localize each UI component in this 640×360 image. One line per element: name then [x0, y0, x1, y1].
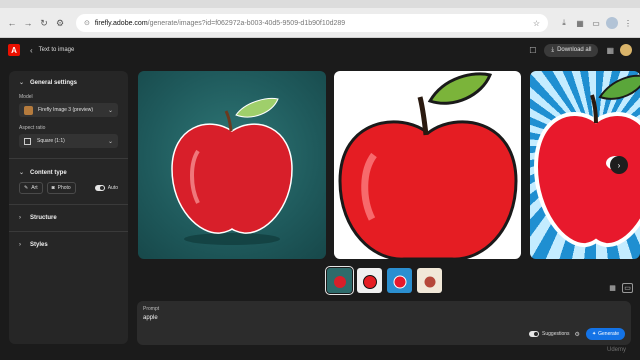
- aspect-ratio-label: Aspect ratio: [19, 125, 46, 131]
- apple-thumbnail: [333, 275, 346, 288]
- model-select[interactable]: Firefly Image 3 (preview) ⌄: [19, 103, 118, 117]
- prompt-panel: Prompt apple Suggestions ⚙ ✦ Generate: [137, 301, 631, 345]
- content-type-label: Content type: [30, 169, 67, 176]
- single-view-icon[interactable]: ▭: [622, 283, 633, 293]
- photo-button[interactable]: ◙ Photo: [46, 182, 76, 194]
- generate-button[interactable]: ✦ Generate: [585, 328, 625, 340]
- photo-label: Photo: [57, 185, 71, 191]
- browser-window: ← → ↻ ⚙ ⊙ firefly.adobe.com /generate/im…: [0, 0, 640, 38]
- structure-label: Structure: [30, 215, 57, 221]
- settings-panel: ⌄ General settings Model Firefly Image 3…: [9, 71, 128, 344]
- content-type-header[interactable]: ⌄ Content type: [19, 169, 118, 177]
- styles-label: Styles: [30, 242, 48, 248]
- chevron-down-icon: ⌄: [19, 170, 25, 176]
- url-path: /generate/images?id=f062972a-b003-40d5-9…: [147, 19, 346, 27]
- grid-view-icon[interactable]: ▦: [607, 283, 618, 293]
- aspect-ratio-value: Square (1:1): [37, 138, 65, 144]
- next-image-button[interactable]: ›: [610, 156, 628, 174]
- download-all-button[interactable]: ⤓ Download all: [544, 43, 599, 57]
- feedback-icon[interactable]: ☐: [529, 46, 536, 55]
- model-label: Model: [19, 94, 33, 100]
- apple-illustration: [338, 72, 518, 259]
- general-settings-header[interactable]: ⌄ General settings: [19, 79, 118, 87]
- auto-toggle[interactable]: Auto: [94, 185, 118, 191]
- prompt-actions: Suggestions ⚙ ✦ Generate: [529, 328, 625, 340]
- chevron-right-icon: ›: [19, 215, 21, 221]
- tab-strip: [0, 0, 640, 8]
- thumbnail-4[interactable]: [417, 268, 442, 293]
- generate-label: Generate: [598, 331, 619, 337]
- back-button[interactable]: ‹: [30, 46, 33, 55]
- address-bar[interactable]: ⊙ firefly.adobe.com /generate/images?id=…: [76, 14, 548, 32]
- back-arrow-icon[interactable]: ←: [6, 17, 18, 29]
- structure-header[interactable]: › Structure: [19, 215, 118, 221]
- chevron-down-icon: ⌄: [107, 107, 113, 114]
- browser-toolbar: ← → ↻ ⚙ ⊙ firefly.adobe.com /generate/im…: [0, 8, 640, 38]
- general-settings-label: General settings: [30, 79, 78, 86]
- divider: [9, 158, 128, 159]
- auto-label: Auto: [107, 185, 118, 191]
- apple-thumbnail: [424, 276, 435, 287]
- download-all-label: Download all: [557, 47, 592, 53]
- site-info-icon[interactable]: ⚙: [54, 17, 66, 29]
- sparkle-icon: ✦: [591, 331, 597, 337]
- app-header: A ‹ Text to image ☐ ⤓ Download all ▦: [0, 38, 640, 62]
- browser-profile-avatar[interactable]: [606, 17, 618, 29]
- model-value: Firefly Image 3 (preview): [38, 107, 94, 113]
- content-type-options: ✎ Art ◙ Photo Auto: [19, 182, 118, 194]
- styles-header[interactable]: › Styles: [19, 242, 118, 248]
- url-domain: firefly.adobe.com: [94, 19, 148, 27]
- chevron-down-icon: ⌄: [19, 80, 25, 86]
- suggestions-label: Suggestions: [542, 331, 570, 337]
- prompt-input[interactable]: apple: [143, 315, 625, 321]
- apps-grid-icon[interactable]: ▦: [606, 46, 614, 55]
- thumbnail-strip: [325, 266, 447, 295]
- reload-icon[interactable]: ↻: [38, 17, 50, 29]
- thumbnail-3[interactable]: [387, 268, 412, 293]
- square-icon: [24, 137, 31, 145]
- image-gallery: ›: [138, 71, 640, 259]
- toggle-switch: [529, 331, 540, 337]
- adobe-logo-icon[interactable]: A: [8, 44, 20, 56]
- model-thumbnail: [24, 105, 33, 115]
- divider: [9, 204, 128, 205]
- extensions-icon[interactable]: ▦: [574, 17, 586, 29]
- menu-kebab-icon[interactable]: ⋮: [622, 17, 634, 29]
- apple-illustration: [171, 98, 293, 245]
- user-avatar[interactable]: [620, 44, 632, 56]
- toggle-switch: [94, 185, 105, 191]
- chevron-right-icon: ›: [19, 242, 21, 248]
- generated-image-1[interactable]: [138, 71, 326, 259]
- divider: [9, 231, 128, 232]
- palette-icon: ✎: [24, 185, 29, 191]
- page-title: Text to image: [38, 47, 75, 53]
- download-icon[interactable]: ⤓: [558, 17, 570, 29]
- generated-image-2[interactable]: [334, 71, 521, 259]
- bookmark-star-icon[interactable]: ☆: [533, 19, 540, 28]
- download-icon: ⤓: [551, 46, 555, 53]
- apple-thumbnail: [393, 275, 406, 288]
- camera-icon: ◙: [51, 185, 55, 191]
- forward-arrow-icon[interactable]: →: [22, 17, 34, 29]
- art-button[interactable]: ✎ Art: [19, 182, 43, 194]
- prompt-settings-icon[interactable]: ⚙: [575, 331, 580, 338]
- art-label: Art: [31, 185, 38, 191]
- view-toggles: ▦ ▭: [603, 283, 633, 293]
- sidepanel-icon[interactable]: ▭: [590, 17, 602, 29]
- chevron-down-icon: ⌄: [107, 138, 113, 145]
- prompt-label: Prompt: [143, 306, 160, 312]
- aspect-ratio-select[interactable]: Square (1:1) ⌄: [19, 134, 118, 148]
- apple-thumbnail: [362, 274, 377, 289]
- udemy-watermark: Udemy: [606, 347, 626, 353]
- suggestions-toggle[interactable]: Suggestions: [529, 331, 570, 337]
- thumbnail-1[interactable]: [325, 266, 354, 295]
- lock-icon: ⊙: [84, 20, 90, 27]
- thumbnail-2[interactable]: [357, 268, 382, 293]
